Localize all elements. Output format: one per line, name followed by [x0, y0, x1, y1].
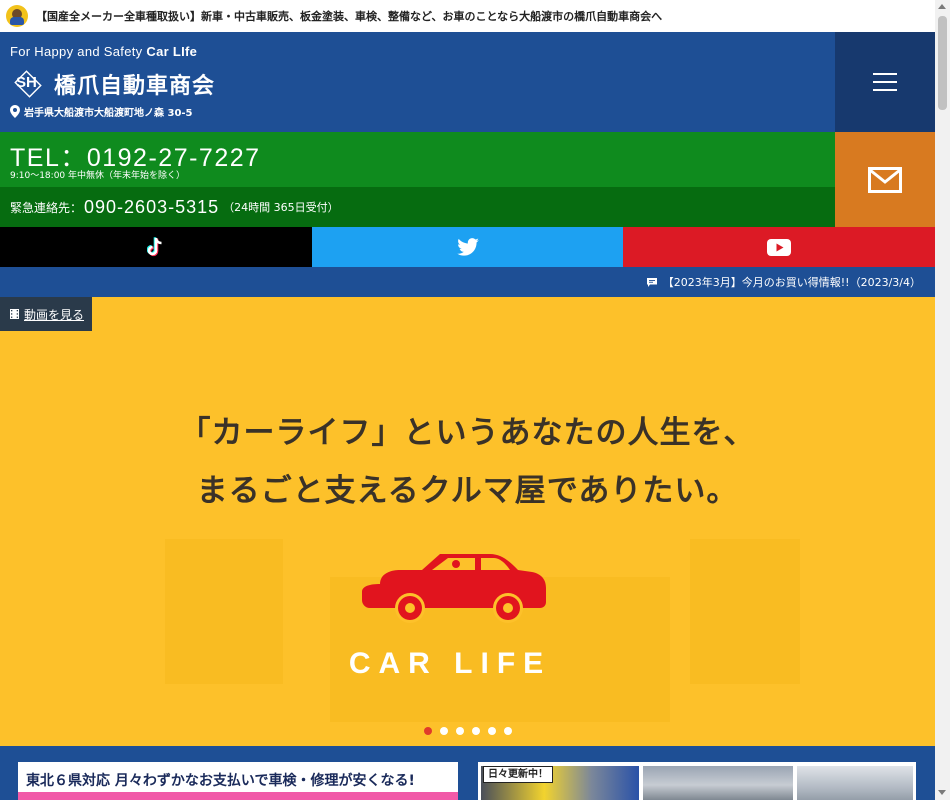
slider-dot[interactable]	[423, 727, 432, 735]
slider-dot[interactable]	[455, 727, 464, 735]
scroll-up-icon[interactable]	[938, 4, 946, 9]
banner-stripe	[18, 792, 458, 800]
car-life-label: CAR LIFE	[348, 647, 552, 680]
slider-dot[interactable]	[487, 727, 496, 735]
menu-bar-icon	[873, 89, 897, 91]
news-text[interactable]: 【2023年3月】今月のお買い得情報!!（2023/3/4）	[663, 274, 921, 290]
emergency-contact[interactable]: 緊急連絡先： 090-2603-5315 （24時間 365日受付）	[0, 187, 835, 227]
announcement-bar[interactable]: 【国産全メーカー全車種取扱い】新車・中古車販売、板金塗装、車検、整備など、お車の…	[0, 0, 935, 32]
page-scrollbar[interactable]	[935, 0, 950, 800]
slider-dot[interactable]	[439, 727, 448, 735]
emergency-label: 緊急連絡先：	[10, 200, 83, 215]
slider-dots	[0, 727, 935, 735]
promo-band: 東北６県対応 月々わずかなお支払いで車検・修理が安くなる! 日々更新中！	[0, 746, 935, 800]
slider-dot[interactable]	[503, 727, 512, 735]
hero-headline-line2: まるごと支えるクルマ屋でありたい。	[196, 473, 739, 509]
company-name: 橋爪自動車商会	[54, 74, 216, 99]
red-car-icon	[362, 554, 546, 623]
menu-bar-icon	[873, 73, 897, 75]
header-tagline: For Happy and Safety Car LIfe	[10, 44, 197, 59]
emergency-note: （24時間 365日受付）	[223, 201, 339, 214]
mail-icon	[868, 167, 902, 193]
inspection-promo-text: 東北６県対応 月々わずかなお支払いで車検・修理が安くなる!	[26, 773, 415, 789]
daily-update-tag: 日々更新中！	[483, 766, 553, 783]
scroll-down-icon[interactable]	[938, 790, 946, 795]
hero-panel	[165, 539, 283, 684]
tagline-strong: Car LIfe	[146, 44, 198, 59]
tiktok-link[interactable]	[0, 227, 312, 267]
logo-letters: SH	[16, 74, 37, 91]
youtube-link[interactable]	[623, 227, 935, 267]
car-photo	[643, 766, 793, 800]
watch-video-button[interactable]: 動画を見る	[0, 297, 92, 331]
business-hours: 9:10〜18:00 年中無休（年末年始を除く）	[10, 171, 186, 181]
tagline-prefix: For Happy and Safety	[10, 44, 147, 59]
address: 岩手県大船渡市大船渡町地ノ森 30-5	[10, 104, 193, 119]
page: 【国産全メーカー全車種取扱い】新車・中古車販売、板金塗装、車検、整備など、お車の…	[0, 0, 950, 800]
hero-panel	[690, 539, 800, 684]
hamburger-menu-button[interactable]	[835, 32, 935, 132]
phone-contact[interactable]: TEL：0192-27-7227 9:10〜18:00 年中無休（年末年始を除く…	[0, 132, 835, 187]
inspection-promo-banner[interactable]: 東北６県対応 月々わずかなお支払いで車検・修理が安くなる!	[18, 762, 458, 800]
watch-video-label[interactable]: 動画を見る	[24, 306, 84, 323]
daily-update-banner[interactable]: 日々更新中！	[478, 762, 916, 800]
mascot-icon	[6, 5, 28, 27]
film-icon	[10, 309, 19, 319]
youtube-icon	[767, 238, 791, 256]
hero-slider[interactable]: 動画を見る 「カーライフ」というあなたの人生を、 まるごと支えるクルマ屋でありた…	[0, 297, 935, 746]
twitter-icon	[456, 238, 479, 256]
company-logo[interactable]: SH 橋爪自動車商会	[10, 68, 215, 100]
map-pin-icon	[10, 105, 20, 118]
slider-dot[interactable]	[471, 727, 480, 735]
scroll-thumb[interactable]	[938, 16, 947, 110]
news-ticker[interactable]: 【2023年3月】今月のお買い得情報!!（2023/3/4）	[0, 267, 935, 297]
address-text: 岩手県大船渡市大船渡町地ノ森 30-5	[24, 108, 193, 119]
hero-headline-line1: 「カーライフ」というあなたの人生を、	[179, 415, 756, 451]
menu-bar-icon	[873, 81, 897, 83]
logo-mark-icon: SH	[10, 70, 48, 98]
emergency-number[interactable]: 090-2603-5315	[84, 197, 219, 218]
announcement-text: 【国産全メーカー全車種取扱い】新車・中古車販売、板金塗装、車検、整備など、お車の…	[36, 10, 663, 23]
tiktok-icon	[147, 237, 162, 257]
site-header: For Happy and Safety Car LIfe SH 橋爪自動車商会…	[0, 32, 835, 132]
social-links	[0, 227, 935, 267]
mail-contact-button[interactable]	[835, 132, 935, 227]
car-photo	[797, 766, 913, 800]
speech-bubble-icon	[646, 277, 657, 287]
twitter-link[interactable]	[312, 227, 623, 267]
